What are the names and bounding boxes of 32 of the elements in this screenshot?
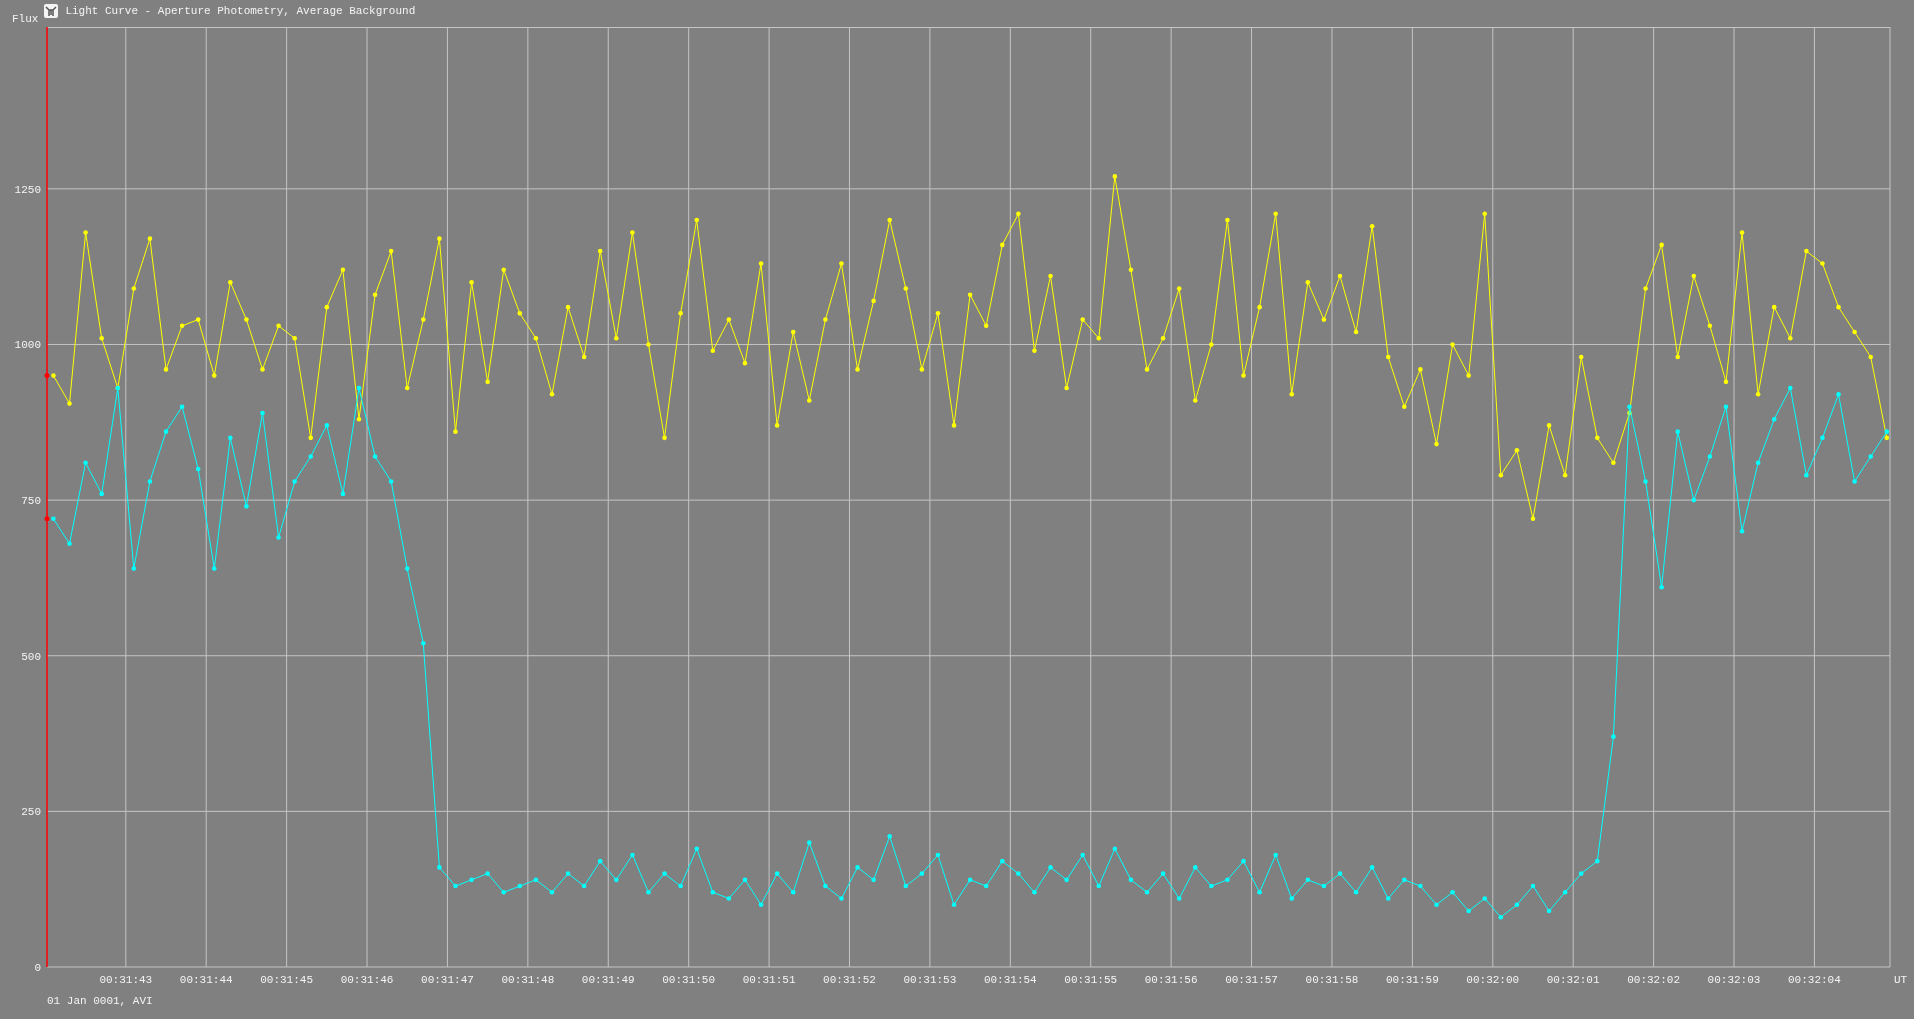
x-tick-label: 00:32:00 [1466, 974, 1520, 986]
x-tick-label: 00:31:46 [340, 974, 394, 986]
x-tick-label: 00:31:55 [1064, 974, 1118, 986]
y-tick-label: 1250 [14, 183, 41, 196]
y-tick-label: 500 [21, 650, 41, 663]
footer-note: 01 Jan 0001, AVI [47, 995, 153, 1007]
x-tick-label: 00:31:56 [1144, 974, 1198, 986]
x-tick-label: 00:31:45 [260, 974, 314, 986]
x-tick-label: 00:31:52 [823, 974, 876, 986]
x-tick-label: 00:31:58 [1305, 974, 1359, 986]
y-tick-label: 0 [34, 962, 41, 974]
x-tick-label: 00:31:44 [179, 974, 233, 986]
x-tick-label: 00:31:49 [581, 974, 635, 986]
x-tick-label: 00:32:04 [1788, 974, 1841, 986]
x-axis-unit: UT [1894, 974, 1908, 986]
y-axis-title: Flux [12, 13, 39, 25]
x-tick-label: 00:31:57 [1225, 974, 1278, 986]
x-tick-label: 00:31:43 [99, 974, 153, 986]
x-tick-label: 00:31:51 [742, 974, 796, 986]
x-tick-label: 00:31:59 [1385, 974, 1439, 986]
x-tick-label: 00:31:53 [903, 974, 957, 986]
y-tick-label: 250 [21, 806, 41, 819]
x-tick-label: 00:31:48 [501, 974, 555, 986]
y-tick-label: 1000 [14, 339, 41, 352]
window-title: Light Curve - Aperture Photometry, Average Background [65, 4, 416, 18]
x-tick-label: 00:32:01 [1546, 974, 1600, 986]
x-tick-label: 00:31:54 [983, 974, 1037, 986]
x-tick-label: 00:31:50 [662, 974, 716, 986]
x-tick-label: 00:32:02 [1627, 974, 1680, 986]
x-tick-label: 00:31:47 [421, 974, 474, 986]
y-tick-label: 750 [21, 495, 41, 508]
x-tick-label: 00:32:03 [1707, 974, 1761, 986]
